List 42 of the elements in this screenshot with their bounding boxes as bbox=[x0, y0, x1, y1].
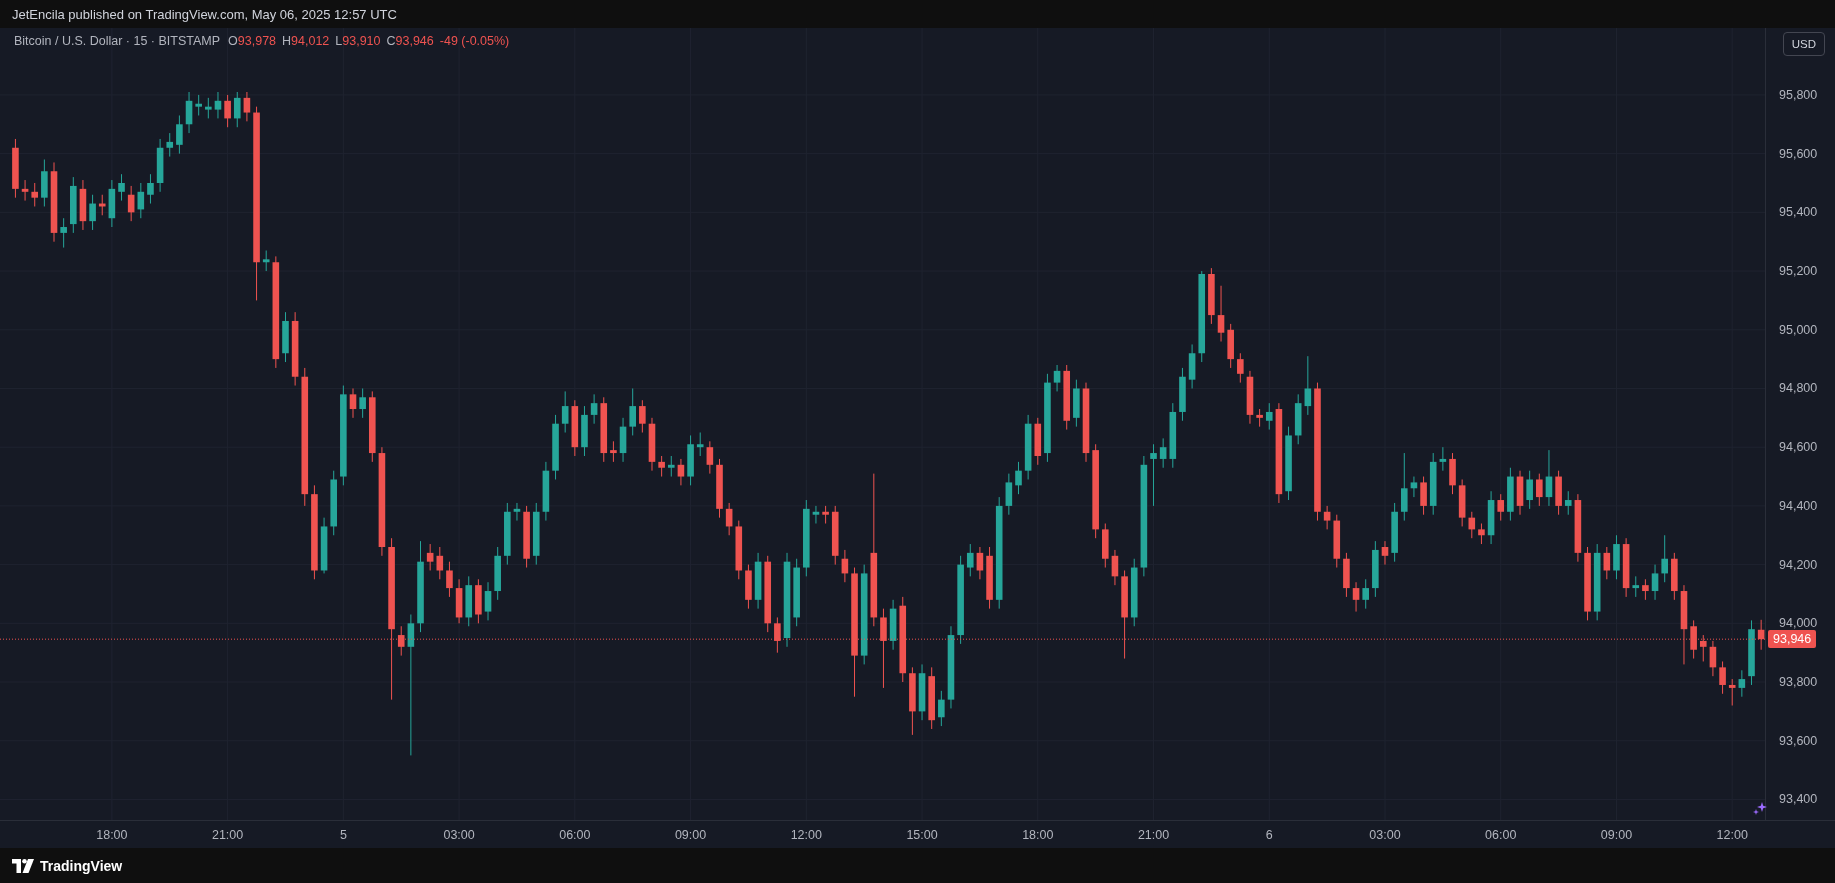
price-axis-label: 93,800 bbox=[1779, 675, 1818, 690]
price-axis-label: 95,400 bbox=[1779, 205, 1818, 220]
time-axis-label: 09:00 bbox=[1600, 828, 1633, 842]
currency-button[interactable]: USD bbox=[1782, 32, 1825, 56]
time-axis-label: 12:00 bbox=[1716, 828, 1748, 842]
ohlc-label: H bbox=[282, 34, 292, 48]
price-axis-label: 93,600 bbox=[1779, 733, 1818, 748]
price-axis-label: 94,800 bbox=[1779, 381, 1818, 396]
time-axis-label: 03:00 bbox=[443, 828, 475, 842]
time-axis-label: 6 bbox=[1265, 828, 1273, 842]
ohlc-value: 94,012 bbox=[291, 34, 330, 48]
time-axis-label: 09:00 bbox=[674, 828, 707, 842]
time-axis-label: 03:00 bbox=[1369, 828, 1401, 842]
time-axis-label: 06:00 bbox=[1485, 828, 1517, 842]
time-axis-label: 5 bbox=[339, 828, 347, 842]
time-axis-label: 12:00 bbox=[790, 828, 822, 842]
last-price-tag: 93,946 bbox=[1768, 630, 1817, 649]
ohlc-label: L bbox=[335, 34, 343, 48]
price-axis-label: 95,600 bbox=[1779, 146, 1818, 161]
price-axis-label: 93,400 bbox=[1779, 792, 1818, 807]
time-axis-label: 18:00 bbox=[96, 828, 128, 842]
brand-name: TradingView bbox=[40, 857, 123, 874]
price-axis-label: 94,600 bbox=[1779, 440, 1818, 455]
publication-info: JetEncila published on TradingView.com, May 06, 2025 12:57 UTC bbox=[12, 6, 397, 22]
ohlc-value: 93,910 bbox=[342, 34, 381, 48]
ohlc-label: C bbox=[386, 34, 396, 48]
time-axis-label: 21:00 bbox=[1137, 828, 1170, 842]
price-axis-label: 94,400 bbox=[1779, 498, 1818, 513]
price-axis-label: 95,200 bbox=[1779, 264, 1818, 279]
time-axis-label: 15:00 bbox=[906, 828, 938, 842]
ohlc-value: 93,978 bbox=[237, 34, 277, 48]
price-change: -49 (-0.05%) bbox=[439, 34, 510, 48]
ohlc-label: O bbox=[228, 34, 238, 48]
price-axis-label: 94,200 bbox=[1779, 557, 1818, 572]
time-axis-label: 18:00 bbox=[1022, 828, 1054, 842]
price-axis-label: 94,000 bbox=[1779, 616, 1818, 631]
price-axis-label: 95,800 bbox=[1779, 87, 1818, 102]
time-axis-label: 06:00 bbox=[559, 828, 591, 842]
time-axis-label: 21:00 bbox=[212, 828, 244, 842]
price-axis-label: 95,000 bbox=[1779, 322, 1818, 337]
ohlc-value: 93,946 bbox=[395, 34, 434, 48]
symbol-title: Bitcoin / U.S. Dollar · 15 · BITSTAMP bbox=[14, 34, 221, 48]
